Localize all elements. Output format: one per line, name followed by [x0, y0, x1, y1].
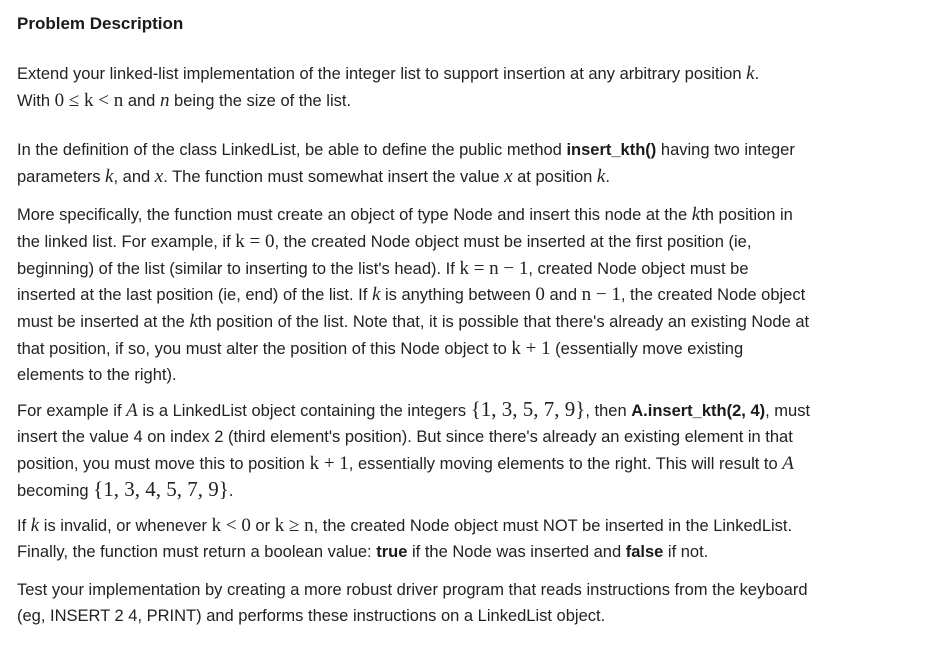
text-line: More specifically, the function must cre…	[17, 204, 793, 225]
text-line: that position, if so, you must alter the…	[17, 337, 744, 359]
paragraph-testing: Test your implementation by creating a m…	[17, 578, 808, 630]
method-name: insert_kth()	[566, 141, 657, 159]
page-title: Problem Description	[17, 14, 184, 33]
paragraph-invalid-k: If k is invalid, or whenever k < 0 or k …	[17, 513, 792, 566]
text-line: inserted at the last position (ie, end) …	[17, 284, 806, 306]
text-line: parameters k, and x. The function must s…	[17, 165, 610, 187]
example-call: A.insert_kth(2, 4)	[631, 402, 766, 420]
text-line: the linked list. For example, if k = 0, …	[17, 230, 752, 252]
text-line: For example if A is a LinkedList object …	[17, 397, 811, 421]
text-line: elements to the right).	[17, 365, 177, 384]
math-zero: 0	[535, 284, 545, 306]
math-expression: k + 1	[309, 452, 349, 474]
math-k: k	[746, 63, 755, 84]
math-A: A	[126, 400, 138, 421]
text-line: must be inserted at the kth position of …	[17, 311, 810, 333]
text-line: insert the value 4 on index 2 (third ele…	[17, 427, 793, 446]
text-line: If k is invalid, or whenever k < 0 or k …	[17, 515, 793, 536]
paragraph-example: For example if A is a LinkedList object …	[17, 397, 810, 505]
text-line: becoming {1, 3, 4, 5, 7, 9}.	[17, 477, 234, 502]
math-x: x	[154, 165, 164, 187]
text-line: With 0 ≤ k < n and n being the size of t…	[17, 89, 352, 111]
math-set: {1, 3, 5, 7, 9}	[470, 397, 586, 421]
math-set: {1, 3, 4, 5, 7, 9}	[93, 477, 229, 502]
math-k: k	[189, 311, 198, 333]
text-line: Test your implementation by creating a m…	[17, 581, 808, 599]
text-line: (eg, INSERT 2 4, PRINT) and performs the…	[17, 606, 606, 625]
keyword-false: false	[625, 542, 664, 561]
text-line: position, you must move this to position…	[17, 452, 794, 474]
text-line: Finally, the function must return a bool…	[17, 542, 709, 561]
math-expression: n − 1	[581, 284, 621, 306]
paragraph-method-definition: In the definition of the class LinkedLis…	[17, 138, 795, 191]
text-line: In the definition of the class LinkedLis…	[17, 141, 795, 159]
math-k: k	[691, 204, 701, 225]
math-x: x	[504, 165, 513, 187]
math-expression: k + 1	[511, 337, 551, 359]
math-A: A	[782, 452, 794, 474]
math-range: 0 ≤ k < n	[54, 89, 124, 111]
math-expression: k = n − 1	[459, 257, 529, 279]
math-expression: k < 0	[211, 515, 251, 536]
math-expression: k = 0	[235, 230, 275, 252]
math-k: k	[30, 515, 40, 536]
paragraph-intro: Extend your linked-list implementation o…	[17, 61, 759, 115]
keyword-true: true	[376, 542, 408, 561]
paragraph-specification: More specifically, the function must cre…	[17, 202, 809, 389]
text-line: beginning) of the list (similar to inser…	[17, 257, 749, 279]
math-expression: k ≥ n	[274, 515, 314, 536]
text-line: Extend your linked-list implementation o…	[17, 63, 760, 84]
